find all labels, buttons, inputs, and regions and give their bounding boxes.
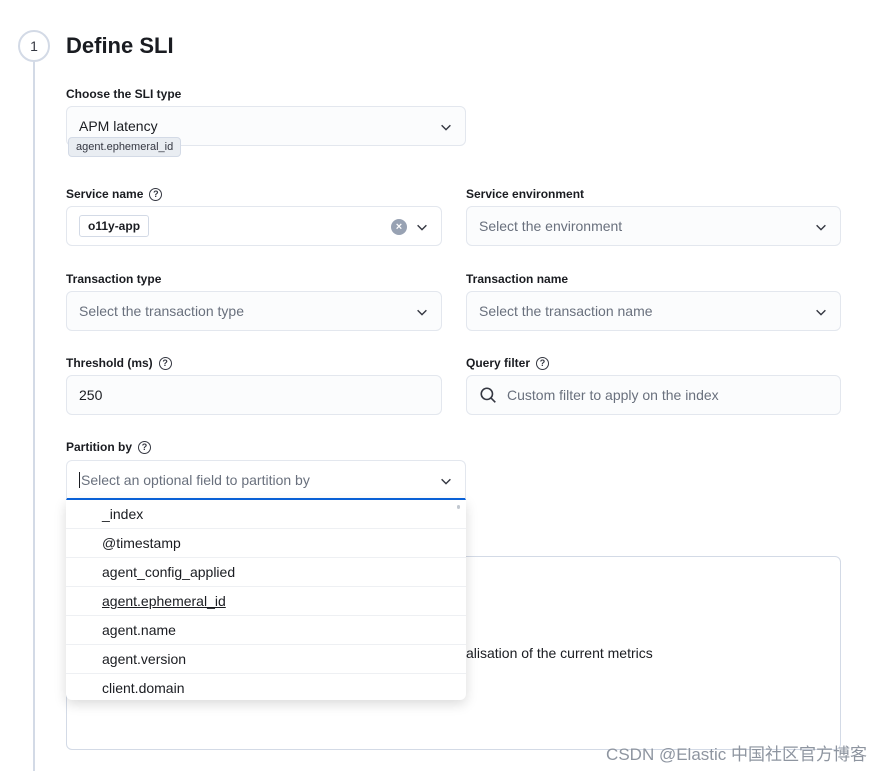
option-label: agent_config_applied <box>102 564 236 580</box>
transaction-type-label: Transaction type <box>66 272 161 286</box>
preview-text: alisation of the current metrics <box>466 645 653 661</box>
query-filter-placeholder: Custom filter to apply on the index <box>507 387 719 403</box>
option-label: client.domain <box>102 680 185 696</box>
chevron-down-icon[interactable] <box>415 220 429 234</box>
chevron-down-icon <box>816 224 826 231</box>
partition-by-combobox[interactable]: Select an optional field to partition by <box>66 460 466 500</box>
tooltip: agent.ephemeral_id <box>68 137 182 157</box>
option-label: agent.version <box>102 651 187 667</box>
sli-type-label: Choose the SLI type <box>66 87 181 101</box>
option-client-domain[interactable]: client.domain <box>66 674 466 700</box>
transaction-name-select[interactable]: Select the transaction name <box>466 291 841 331</box>
option-agent-config-applied[interactable]: agent_config_applied <box>66 558 466 587</box>
step-connector-line <box>33 62 35 771</box>
transaction-name-label-text: Transaction name <box>466 272 569 286</box>
partition-by-dropdown: _index @timestamp agent_config_applied a… <box>66 500 466 700</box>
service-environment-label: Service environment <box>466 187 584 201</box>
option-agent-version[interactable]: agent.version <box>66 645 466 674</box>
text-caret <box>79 471 80 488</box>
scrollbar[interactable] <box>457 505 460 509</box>
service-name-chip: o11y-app <box>79 215 150 237</box>
service-name-combobox[interactable]: o11y-app × <box>66 206 442 246</box>
chevron-down-icon <box>417 309 427 316</box>
service-environment-label-text: Service environment <box>466 187 585 201</box>
query-filter-input[interactable]: Custom filter to apply on the index <box>466 375 841 415</box>
transaction-type-select[interactable]: Select the transaction type <box>66 291 442 331</box>
partition-by-label: Partition by ? <box>66 440 152 454</box>
service-name-label: Service name ? <box>66 187 163 201</box>
query-filter-label: Query filter ? <box>466 356 550 370</box>
option-label: agent.ephemeral_id <box>102 593 226 609</box>
step-title: Define SLI <box>66 33 174 58</box>
help-icon[interactable]: ? <box>149 187 163 201</box>
help-icon[interactable]: ? <box>158 356 172 370</box>
threshold-label-text: Threshold (ms) <box>66 356 153 370</box>
threshold-input[interactable]: 250 <box>66 375 442 415</box>
transaction-type-label-text: Transaction type <box>66 272 162 286</box>
help-icon[interactable]: ? <box>138 440 152 454</box>
transaction-name-label: Transaction name <box>466 272 568 286</box>
option-label: agent.name <box>102 622 176 638</box>
clear-icon[interactable]: × <box>391 219 407 235</box>
service-environment-placeholder: Select the environment <box>479 218 623 234</box>
option-index[interactable]: _index <box>66 500 466 529</box>
transaction-name-placeholder: Select the transaction name <box>479 303 653 319</box>
threshold-label: Threshold (ms) ? <box>66 356 172 370</box>
threshold-value: 250 <box>79 387 103 403</box>
query-filter-label-text: Query filter <box>466 356 531 370</box>
option-label: @timestamp <box>102 535 181 551</box>
service-environment-select[interactable]: Select the environment <box>466 206 841 246</box>
chevron-down-icon <box>441 124 451 131</box>
option-timestamp[interactable]: @timestamp <box>66 529 466 558</box>
step-number: 1 <box>30 38 38 54</box>
search-icon <box>480 387 496 403</box>
chevron-down-icon <box>816 309 826 316</box>
help-icon[interactable]: ? <box>536 356 550 370</box>
option-agent-ephemeral-id[interactable]: agent.ephemeral_id <box>66 587 466 616</box>
service-name-label-text: Service name <box>66 187 144 201</box>
sli-type-value: APM latency <box>79 118 158 134</box>
step-number-badge: 1 <box>18 30 50 62</box>
option-label: _index <box>102 506 144 522</box>
option-agent-name[interactable]: agent.name <box>66 616 466 645</box>
chevron-down-icon[interactable] <box>439 474 453 488</box>
sli-type-label-text: Choose the SLI type <box>66 87 182 101</box>
partition-by-placeholder: Select an optional field to partition by <box>81 471 310 488</box>
partition-by-label-text: Partition by <box>66 440 133 454</box>
watermark: CSDN @Elastic 中国社区官方博客 <box>606 745 867 764</box>
transaction-type-placeholder: Select the transaction type <box>79 303 244 319</box>
